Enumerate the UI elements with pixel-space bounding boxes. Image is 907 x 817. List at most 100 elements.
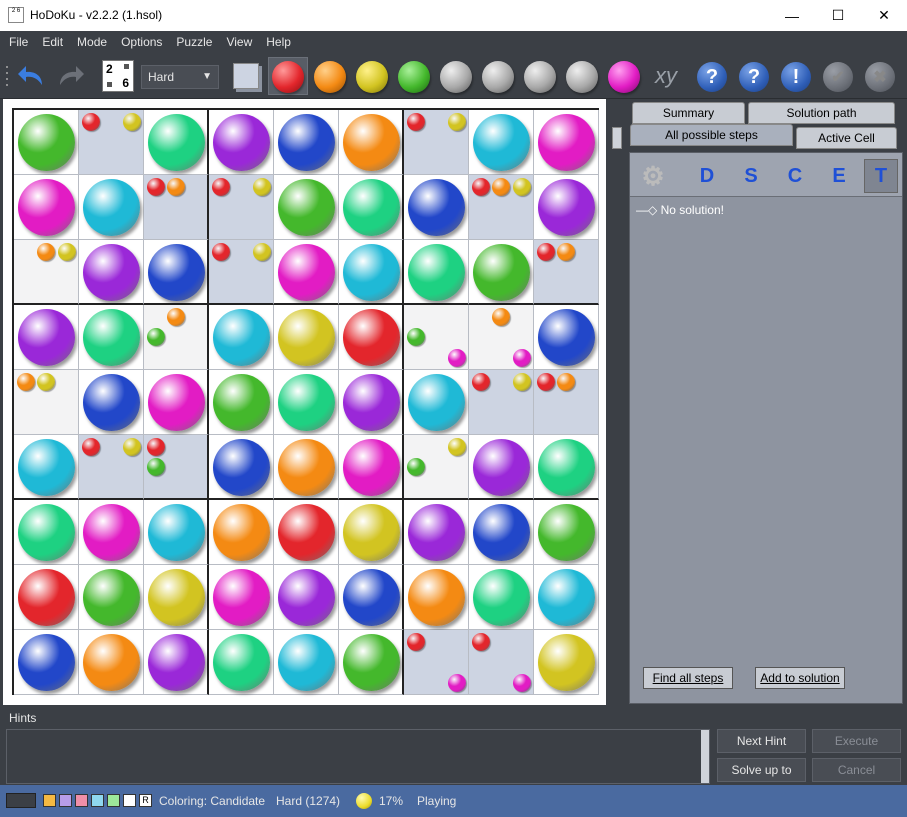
cell-r8c1[interactable] — [14, 565, 79, 630]
reset-colors-button[interactable]: R — [139, 794, 152, 807]
red-candidate[interactable] — [82, 438, 100, 456]
cell-r4c7[interactable] — [404, 305, 469, 370]
cell-r8c7[interactable] — [404, 565, 469, 630]
cell-r7c9[interactable] — [534, 500, 599, 565]
cell-r4c4[interactable] — [209, 305, 274, 370]
settings-button[interactable]: ⚙ — [636, 159, 670, 193]
cell-r8c2[interactable] — [79, 565, 144, 630]
cell-r8c4[interactable] — [209, 565, 274, 630]
cell-r8c8[interactable] — [469, 565, 534, 630]
cell-r5c7[interactable] — [404, 370, 469, 435]
cell-r8c5[interactable] — [274, 565, 339, 630]
yellow-candidate[interactable] — [448, 438, 466, 456]
undo-button[interactable] — [14, 53, 48, 99]
magenta-candidate[interactable] — [448, 349, 466, 367]
xy-button[interactable]: xy — [648, 53, 684, 99]
cell-r4c9[interactable] — [534, 305, 599, 370]
color-swatch[interactable] — [91, 794, 104, 807]
find-all-steps-button[interactable]: Find all steps — [643, 667, 733, 689]
color-cell-button[interactable] — [228, 53, 264, 99]
cell-r5c3[interactable] — [144, 370, 209, 435]
red-candidate[interactable] — [407, 113, 425, 131]
cell-r9c9[interactable] — [534, 630, 599, 695]
cell-r1c4[interactable] — [209, 110, 274, 175]
green-candidate[interactable] — [407, 328, 425, 346]
cell-r9c1[interactable] — [14, 630, 79, 695]
cell-r6c3[interactable] — [144, 435, 209, 500]
green-candidate[interactable] — [407, 458, 425, 476]
cell-r6c4[interactable] — [209, 435, 274, 500]
cell-r3c2[interactable] — [79, 240, 144, 305]
cell-r8c3[interactable] — [144, 565, 209, 630]
hint-button[interactable]: ? — [739, 62, 769, 92]
menu-options[interactable]: Options — [114, 31, 169, 53]
cell-r6c7[interactable] — [404, 435, 469, 500]
cancel-button[interactable]: Cancel — [812, 758, 901, 782]
cell-r6c5[interactable] — [274, 435, 339, 500]
reject-button[interactable]: ✖ — [865, 62, 895, 92]
color-swatch[interactable] — [123, 794, 136, 807]
red-candidate[interactable] — [82, 113, 100, 131]
execute-button[interactable]: Execute — [812, 729, 901, 753]
red-candidate[interactable] — [212, 243, 230, 261]
green-candidate[interactable] — [147, 458, 165, 476]
color-preview[interactable] — [6, 793, 36, 808]
yellow-candidate[interactable] — [123, 113, 141, 131]
gray-ball-icon[interactable] — [566, 61, 598, 93]
cell-r6c2[interactable] — [79, 435, 144, 500]
color-swatch[interactable] — [59, 794, 72, 807]
warning-button[interactable]: ! — [781, 62, 811, 92]
orange-candidate[interactable] — [557, 373, 575, 391]
cell-r5c1[interactable] — [14, 370, 79, 435]
cell-r1c5[interactable] — [274, 110, 339, 175]
cell-r2c8[interactable] — [469, 175, 534, 240]
cell-r5c6[interactable] — [339, 370, 404, 435]
orange-candidate[interactable] — [492, 178, 510, 196]
cell-r4c6[interactable] — [339, 305, 404, 370]
tab-solution-path[interactable]: Solution path — [748, 102, 895, 124]
cell-r5c2[interactable] — [79, 370, 144, 435]
cell-r4c2[interactable] — [79, 305, 144, 370]
cell-r2c5[interactable] — [274, 175, 339, 240]
splitter-handle[interactable] — [612, 127, 622, 149]
yellow-ball-icon[interactable] — [356, 61, 388, 93]
yellow-candidate[interactable] — [513, 178, 531, 196]
red-candidate[interactable] — [147, 178, 165, 196]
red-candidate[interactable] — [212, 178, 230, 196]
cell-r2c6[interactable] — [339, 175, 404, 240]
splitter[interactable] — [606, 99, 628, 705]
cell-r2c9[interactable] — [534, 175, 599, 240]
step-d-button[interactable]: D — [690, 159, 724, 193]
steps-tree[interactable]: —◇ No solution! — [636, 203, 724, 217]
cell-r3c6[interactable] — [339, 240, 404, 305]
menu-help[interactable]: Help — [259, 31, 298, 53]
cell-r3c9[interactable] — [534, 240, 599, 305]
cell-r5c4[interactable] — [209, 370, 274, 435]
red-candidate[interactable] — [472, 633, 490, 651]
step-e-button[interactable]: E — [822, 159, 856, 193]
red-candidate[interactable] — [472, 373, 490, 391]
cell-r6c1[interactable] — [14, 435, 79, 500]
redo-button[interactable] — [54, 53, 88, 99]
minimize-button[interactable]: — — [769, 0, 815, 31]
cell-r2c4[interactable] — [209, 175, 274, 240]
menu-mode[interactable]: Mode — [70, 31, 114, 53]
cell-r5c9[interactable] — [534, 370, 599, 435]
red-candidate[interactable] — [537, 373, 555, 391]
add-to-solution-button[interactable]: Add to solution — [755, 667, 845, 689]
yellow-candidate[interactable] — [253, 178, 271, 196]
green-candidate[interactable] — [147, 328, 165, 346]
color-swatch[interactable] — [75, 794, 88, 807]
puzzle-icon-button[interactable]: 2 6 — [101, 53, 135, 99]
level-select[interactable]: Hard ▼ — [141, 65, 219, 89]
tab-all-possible-steps[interactable]: All possible steps — [630, 124, 793, 146]
cell-r3c4[interactable] — [209, 240, 274, 305]
cell-r4c5[interactable] — [274, 305, 339, 370]
cell-r9c6[interactable] — [339, 630, 404, 695]
cell-r7c8[interactable] — [469, 500, 534, 565]
yellow-candidate[interactable] — [37, 373, 55, 391]
gray-ball-icon[interactable] — [524, 61, 556, 93]
cell-r6c9[interactable] — [534, 435, 599, 500]
tab-active-cell[interactable]: Active Cell — [796, 127, 897, 149]
cell-r7c1[interactable] — [14, 500, 79, 565]
